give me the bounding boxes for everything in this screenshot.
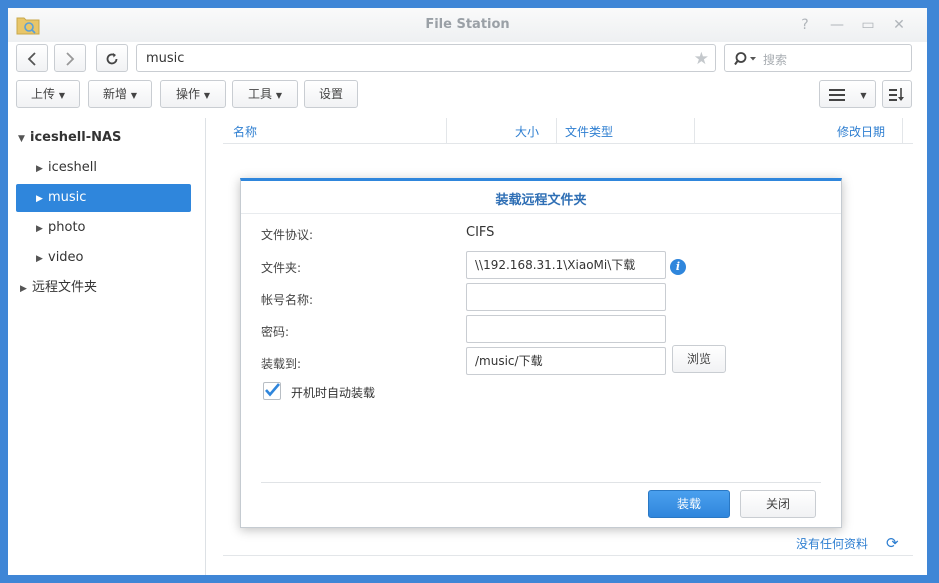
- password-label: 密码:: [261, 325, 290, 339]
- file-station-window: File Station ? — ▭ ✕ music ★ 搜索 上传 ▼ 新增 …: [0, 0, 939, 583]
- mount-button[interactable]: 装载: [648, 490, 730, 518]
- column-name[interactable]: 名称: [233, 123, 257, 140]
- window-title: File Station: [425, 17, 510, 32]
- search-icon: [734, 52, 756, 66]
- folder-label: 文件夹:: [261, 261, 302, 275]
- mount-to-label: 装载到:: [261, 357, 302, 371]
- sort-button[interactable]: [882, 80, 912, 108]
- tree-item-remote-folder[interactable]: ▶ 远程文件夹: [20, 274, 97, 302]
- view-mode-button[interactable]: ▼: [819, 80, 876, 108]
- column-divider: [694, 118, 695, 144]
- title-bar: File Station ? — ▭ ✕: [8, 8, 927, 42]
- dialog-divider: [241, 213, 841, 214]
- tree-item-label: 远程文件夹: [32, 280, 98, 295]
- maximize-icon[interactable]: ▭: [859, 16, 877, 34]
- sort-icon: [889, 87, 904, 101]
- automount-label: 开机时自动装载: [291, 386, 376, 400]
- caret-down-icon: ▼: [203, 91, 210, 100]
- footer-divider: [223, 555, 913, 556]
- back-button[interactable]: [16, 44, 48, 72]
- action-label: 操作: [176, 87, 201, 101]
- help-icon[interactable]: ?: [796, 16, 814, 34]
- new-button[interactable]: 新增 ▼: [88, 80, 152, 108]
- column-divider: [446, 118, 447, 144]
- caret-down-icon: ▼: [58, 91, 65, 100]
- password-field[interactable]: [466, 315, 666, 343]
- caret-down-icon: ▼: [130, 91, 137, 100]
- automount-checkbox[interactable]: [263, 382, 281, 400]
- column-divider: [556, 118, 557, 144]
- refresh-icon: [106, 52, 118, 64]
- tree-root-label: iceshell-NAS: [30, 130, 122, 145]
- triangle-right-icon: ▶: [36, 194, 43, 204]
- tree-item-iceshell[interactable]: ▶ iceshell: [36, 154, 191, 182]
- tree-item-video[interactable]: ▶ video: [36, 244, 191, 272]
- sidebar: ▼ iceshell-NAS ▶ iceshell ▶ music ▶ photo ▶ v…: [8, 118, 206, 575]
- triangle-right-icon: ▶: [36, 164, 43, 174]
- path-input[interactable]: music ★: [136, 44, 716, 72]
- tools-label: 工具: [248, 87, 273, 101]
- column-modified[interactable]: 修改日期: [837, 123, 885, 140]
- file-list-header: 名称 大小 文件类型 修改日期: [223, 118, 913, 144]
- protocol-label: 文件协议:: [261, 228, 314, 242]
- dialog-footer-divider: [261, 482, 821, 483]
- folder-field[interactable]: \\192.168.31.1\XiaoMi\下载: [466, 251, 666, 279]
- triangle-right-icon: ▶: [36, 224, 43, 234]
- account-field[interactable]: [466, 283, 666, 311]
- refresh-button[interactable]: [96, 44, 128, 72]
- empty-status: 没有任何资料: [796, 537, 869, 551]
- close-button[interactable]: 关闭: [740, 490, 816, 518]
- dialog-title: 装载远程文件夹: [495, 193, 587, 208]
- upload-label: 上传: [31, 87, 56, 101]
- tree-item-label: iceshell: [48, 160, 97, 175]
- search-placeholder: 搜索: [763, 53, 788, 67]
- tree-item-music[interactable]: ▶ music: [16, 184, 191, 212]
- triangle-right-icon: ▶: [20, 284, 27, 294]
- tree-item-photo[interactable]: ▶ photo: [36, 214, 191, 242]
- chevron-right-icon: [66, 51, 75, 66]
- caret-down-icon: ▼: [275, 91, 282, 100]
- mount-remote-folder-dialog: 装载远程文件夹 文件协议: CIFS 文件夹: \\192.168.31.1\X…: [240, 178, 842, 528]
- column-type[interactable]: 文件类型: [565, 123, 613, 140]
- checkmark-icon: [265, 383, 280, 397]
- search-input[interactable]: 搜索: [724, 44, 912, 72]
- path-text: music: [146, 51, 185, 66]
- forward-button[interactable]: [54, 44, 86, 72]
- star-icon[interactable]: ★: [694, 49, 709, 69]
- settings-label: 设置: [318, 87, 343, 101]
- new-label: 新增: [103, 87, 128, 101]
- browse-button[interactable]: 浏览: [672, 345, 726, 373]
- column-divider: [902, 118, 903, 144]
- column-size[interactable]: 大小: [515, 123, 539, 140]
- upload-button[interactable]: 上传 ▼: [16, 80, 80, 108]
- tree-root-nas[interactable]: ▼ iceshell-NAS: [18, 124, 121, 152]
- settings-button[interactable]: 设置: [304, 80, 358, 108]
- protocol-value: CIFS: [466, 225, 495, 240]
- info-icon[interactable]: i: [670, 259, 686, 275]
- list-view-icon: [828, 88, 845, 101]
- mount-to-field[interactable]: /music/下载: [466, 347, 666, 375]
- tree-item-label: music: [48, 190, 87, 205]
- triangle-right-icon: ▶: [36, 254, 43, 264]
- account-label: 帐号名称:: [261, 293, 314, 307]
- tree-item-label: photo: [48, 220, 86, 235]
- tools-button[interactable]: 工具 ▼: [232, 80, 298, 108]
- caret-down-icon: ▼: [860, 91, 867, 100]
- minimize-icon[interactable]: —: [828, 16, 846, 34]
- chevron-left-icon: [27, 51, 36, 66]
- tree-item-label: video: [48, 250, 84, 265]
- action-button[interactable]: 操作 ▼: [160, 80, 226, 108]
- triangle-down-icon: ▼: [18, 134, 25, 144]
- list-refresh-icon[interactable]: ⟳: [886, 534, 899, 552]
- close-window-icon[interactable]: ✕: [890, 16, 908, 34]
